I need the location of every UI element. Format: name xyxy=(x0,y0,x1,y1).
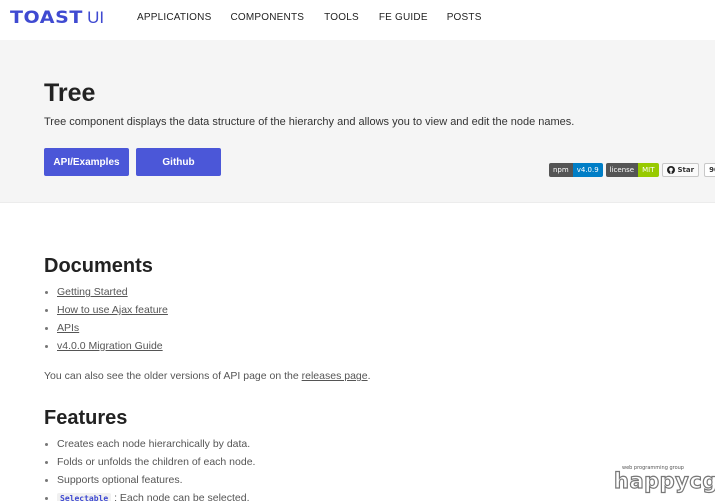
older-versions-text: You can also see the older versions of A… xyxy=(44,370,371,382)
list-item: Folds or unfolds the children of each no… xyxy=(44,456,255,474)
apis-link[interactable]: APIs xyxy=(57,322,79,334)
releases-page-link[interactable]: releases page xyxy=(302,370,368,382)
list-item: Getting Started xyxy=(44,286,168,304)
selectable-text: : Each node can be selected. xyxy=(111,492,250,501)
api-examples-button[interactable]: API/Examples xyxy=(44,148,129,176)
list-item: Creates each node hierarchically by data… xyxy=(44,438,255,456)
nav-item-fe-guide[interactable]: FE GUIDE xyxy=(379,12,428,23)
license-badge[interactable]: license MIT xyxy=(605,163,659,177)
star-count[interactable]: 90 xyxy=(704,163,715,177)
selectable-code: Selectable xyxy=(57,493,112,501)
page-description: Tree component displays the data structu… xyxy=(44,116,575,128)
nav-item-posts[interactable]: POSTS xyxy=(447,12,482,23)
documents-list: Getting Started How to use Ajax feature … xyxy=(44,286,168,358)
license-badge-label: license xyxy=(605,163,639,177)
watermark-big-text: happycgi xyxy=(613,468,715,493)
github-icon xyxy=(666,166,675,174)
list-item: APIs xyxy=(44,322,168,340)
list-item: Selectable : Each node can be selected. xyxy=(44,492,255,501)
logo-main: TOAST xyxy=(10,8,83,28)
logo-sub: UI xyxy=(87,8,105,27)
features-heading: Features xyxy=(44,407,128,429)
github-button[interactable]: Github xyxy=(136,148,221,176)
older-suffix: . xyxy=(367,370,371,382)
list-item: Supports optional features. xyxy=(44,474,255,492)
watermark-logo: web programming group happycgi xyxy=(613,465,715,501)
npm-version-badge[interactable]: npm v4.0.9 xyxy=(549,163,603,177)
toast-ui-logo[interactable]: TOAST UI xyxy=(10,8,104,28)
npm-badge-label: npm xyxy=(549,163,573,177)
nav-item-components[interactable]: COMPONENTS xyxy=(230,12,304,23)
badges: npm v4.0.9 license MIT Star 90 xyxy=(549,163,715,177)
page-title: Tree xyxy=(44,79,96,107)
npm-badge-value: v4.0.9 xyxy=(572,163,603,177)
list-item: How to use Ajax feature xyxy=(44,304,168,322)
migration-guide-link[interactable]: v4.0.0 Migration Guide xyxy=(57,340,163,352)
nav-item-applications[interactable]: APPLICATIONS xyxy=(137,12,211,23)
star-label: Star xyxy=(677,166,695,174)
github-star-button[interactable]: Star xyxy=(661,163,700,177)
license-badge-value: MIT xyxy=(638,163,659,177)
top-nav: TOAST UI APPLICATIONS COMPONENTS TOOLS F… xyxy=(0,0,715,40)
ajax-feature-link[interactable]: How to use Ajax feature xyxy=(57,304,168,316)
list-item: v4.0.0 Migration Guide xyxy=(44,340,168,358)
hero-section: Tree Tree component displays the data st… xyxy=(0,40,715,203)
nav-item-tools[interactable]: TOOLS xyxy=(324,12,359,23)
documents-heading: Documents xyxy=(44,255,153,277)
nav-menu: APPLICATIONS COMPONENTS TOOLS FE GUIDE P… xyxy=(137,12,482,23)
features-list: Creates each node hierarchically by data… xyxy=(44,438,255,501)
getting-started-link[interactable]: Getting Started xyxy=(57,286,128,298)
older-text: You can also see the older versions of A… xyxy=(44,370,302,382)
